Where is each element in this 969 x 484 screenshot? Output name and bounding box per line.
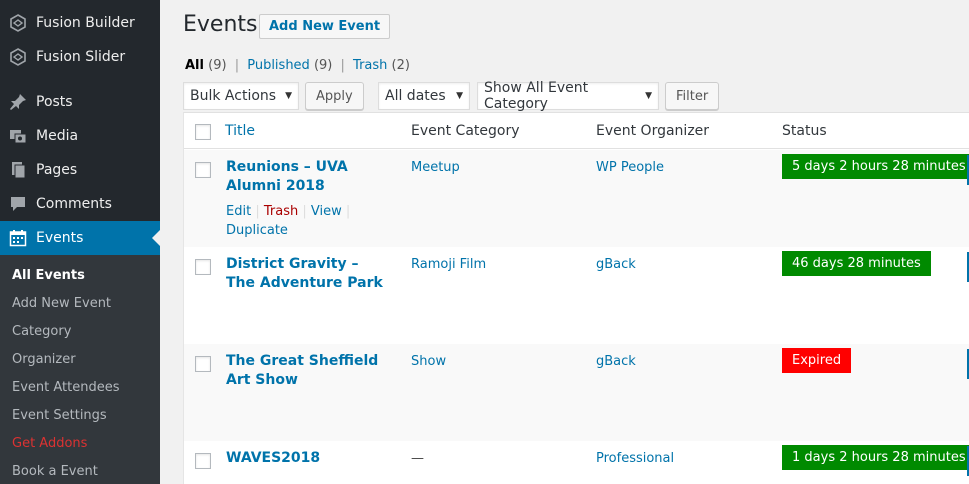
separator: |: [234, 58, 240, 73]
event-title-link[interactable]: The Great Sheffield Art Show: [226, 352, 391, 390]
separator: |: [340, 58, 345, 73]
menu-item-fusion-builder[interactable]: Fusion Builder: [0, 6, 160, 40]
event-category-link[interactable]: Ramoji Film: [411, 257, 486, 272]
menu-label: Posts: [36, 94, 73, 110]
row-checkbox[interactable]: [195, 259, 211, 275]
menu-label: Fusion Builder: [36, 15, 135, 31]
caret-down-icon: ▼: [645, 91, 652, 101]
menu-item-posts[interactable]: Posts: [0, 85, 160, 119]
bulk-actions-select[interactable]: Bulk Actions ▼: [183, 82, 299, 110]
table-row: District Gravity – The Adventure Park Ra…: [184, 247, 969, 344]
submenu-all-events[interactable]: All Events: [12, 268, 85, 283]
column-status: Status: [782, 123, 827, 139]
submenu-category[interactable]: Category: [12, 324, 71, 339]
pages-icon: [0, 161, 36, 179]
filter-trash-count: (2): [391, 58, 410, 73]
submenu-organizer[interactable]: Organizer: [12, 352, 76, 367]
events-submenu: All Events Add New Event Category Organi…: [0, 255, 160, 484]
active-indicator: [152, 230, 160, 246]
separator: |: [302, 204, 307, 219]
caret-down-icon: ▼: [285, 91, 292, 101]
filter-button[interactable]: Filter: [665, 82, 720, 110]
view-link[interactable]: View: [311, 204, 342, 219]
fusion-slider-icon: [0, 48, 36, 66]
status-badge: Expired: [782, 348, 852, 373]
event-category-link[interactable]: Show: [411, 354, 446, 369]
menu-item-pages[interactable]: Pages: [0, 153, 160, 187]
caret-down-icon: ▼: [456, 91, 463, 101]
menu-label: Pages: [36, 162, 78, 178]
menu-label: Fusion Slider: [36, 49, 126, 65]
column-event-category: Event Category: [411, 123, 520, 139]
row-checkbox[interactable]: [195, 162, 211, 178]
dates-select[interactable]: All dates ▼: [378, 82, 470, 110]
row-checkbox[interactable]: [195, 356, 211, 372]
menu-item-fusion-slider[interactable]: Fusion Slider: [0, 40, 160, 74]
event-title-link[interactable]: Reunions – UVA Alumni 2018: [226, 158, 396, 196]
row-actions: Edit | Trash | View | Duplicate: [226, 202, 350, 240]
submenu-event-attendees[interactable]: Event Attendees: [12, 380, 120, 395]
edit-link[interactable]: Edit: [226, 204, 251, 219]
filter-all-count: (9): [208, 58, 227, 73]
filter-published-link[interactable]: Published: [247, 58, 310, 73]
menu-item-events[interactable]: Events: [0, 221, 160, 255]
page-title: Events: [183, 12, 258, 37]
event-category-empty: —: [411, 451, 424, 466]
event-title-link[interactable]: District Gravity – The Adventure Park: [226, 255, 386, 293]
table-row: Reunions – UVA Alumni 2018 Edit | Trash …: [184, 150, 969, 247]
apply-button[interactable]: Apply: [305, 82, 364, 110]
fusion-builder-icon: [0, 14, 36, 32]
submenu-event-settings[interactable]: Event Settings: [12, 408, 107, 423]
status-filter-links: All (9) | Published (9) | Trash (2): [185, 58, 410, 73]
separator: |: [345, 204, 351, 219]
duplicate-link[interactable]: Duplicate: [226, 223, 288, 238]
table-row: WAVES2018 — Professional 1 days 2 hours …: [184, 441, 969, 484]
admin-sidebar: Fusion Builder Fusion Slider Posts Media…: [0, 0, 160, 484]
table-header: Title Event Category Event Organizer Sta…: [184, 113, 969, 149]
event-organizer-link[interactable]: Professional: [596, 451, 674, 466]
menu-item-media[interactable]: Media: [0, 119, 160, 153]
event-organizer-link[interactable]: gBack: [596, 354, 636, 369]
dates-value: All dates: [385, 88, 446, 104]
menu-label: Media: [36, 128, 79, 144]
filter-trash-link[interactable]: Trash: [353, 58, 387, 73]
table-row: The Great Sheffield Art Show Show gBack …: [184, 344, 969, 441]
category-value: Show All Event Category: [484, 80, 589, 112]
event-title-link[interactable]: WAVES2018: [226, 449, 396, 468]
event-organizer-link[interactable]: gBack: [596, 257, 636, 272]
submenu-get-addons[interactable]: Get Addons: [12, 436, 87, 451]
submenu-add-new-event[interactable]: Add New Event: [12, 296, 111, 311]
column-title[interactable]: Title: [225, 123, 255, 139]
status-badge: 5 days 2 hours 28 minutes: [782, 154, 969, 179]
submenu-book-a-event[interactable]: Book a Event: [12, 464, 98, 479]
events-table: Title Event Category Event Organizer Sta…: [183, 112, 969, 484]
calendar-icon: [0, 229, 36, 247]
status-badge: 1 days 2 hours 28 minutes: [782, 445, 969, 470]
column-event-organizer: Event Organizer: [596, 123, 710, 139]
filter-published-count: (9): [313, 58, 333, 73]
trash-link[interactable]: Trash: [264, 204, 298, 219]
category-select[interactable]: Show All Event Category ▼: [477, 80, 659, 112]
select-all-checkbox[interactable]: [195, 124, 211, 140]
media-icon: [0, 127, 36, 145]
row-checkbox[interactable]: [195, 453, 211, 469]
event-organizer-link[interactable]: WP People: [596, 160, 664, 175]
menu-label: Events: [36, 230, 84, 246]
menu-label: Comments: [36, 196, 112, 212]
menu-item-comments[interactable]: Comments: [0, 187, 160, 221]
add-new-event-button[interactable]: Add New Event: [259, 14, 391, 39]
event-category-link[interactable]: Meetup: [411, 160, 460, 175]
comment-icon: [0, 195, 36, 213]
bulk-actions-value: Bulk Actions: [190, 88, 277, 104]
pin-icon: [0, 93, 36, 111]
separator: |: [255, 204, 260, 219]
filter-all-link[interactable]: All: [185, 58, 204, 73]
status-badge: 46 days 28 minutes: [782, 251, 931, 276]
